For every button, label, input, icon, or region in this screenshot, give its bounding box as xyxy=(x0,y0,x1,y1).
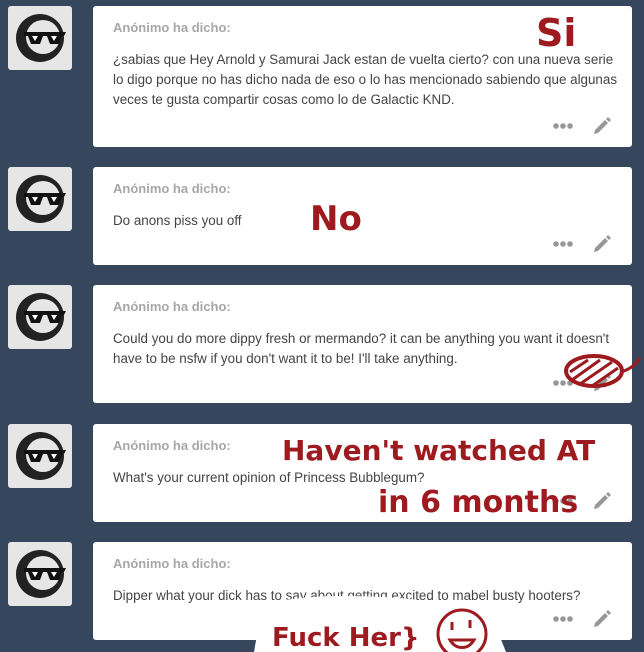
sunglasses-face-icon xyxy=(16,175,66,223)
ellipsis-icon[interactable] xyxy=(552,615,574,623)
question-text: Dipper what your dick has to say about g… xyxy=(113,588,581,603)
ask-post-3: Anónimo ha dicho: Could you do more dipp… xyxy=(0,285,644,403)
asker-name: Anónimo ha dicho: xyxy=(113,20,231,35)
asker-name: Anónimo ha dicho: xyxy=(113,299,231,314)
question-text: What's your current opinion of Princess … xyxy=(113,470,425,485)
ellipsis-icon[interactable] xyxy=(552,122,574,130)
avatar[interactable] xyxy=(8,6,72,70)
sunglasses-face-icon xyxy=(16,550,66,598)
ask-card: Anónimo ha dicho: What's your current op… xyxy=(93,424,632,522)
avatar[interactable] xyxy=(8,285,72,349)
ellipsis-icon[interactable] xyxy=(552,497,574,505)
question-text: ¿sabias que Hey Arnold y Samurai Jack es… xyxy=(113,52,618,107)
pencil-icon[interactable] xyxy=(592,609,612,629)
ask-card: Anónimo ha dicho: Dipper what your dick … xyxy=(93,542,632,640)
pencil-icon[interactable] xyxy=(592,373,612,393)
ellipsis-icon[interactable] xyxy=(552,379,574,387)
ask-card: Anónimo ha dicho: Do anons piss you off xyxy=(93,167,632,265)
pencil-icon[interactable] xyxy=(592,116,612,136)
question-text: Could you do more dippy fresh or mermand… xyxy=(113,331,610,366)
asker-name: Anónimo ha dicho: xyxy=(113,181,231,196)
ask-post-5: Anónimo ha dicho: Dipper what your dick … xyxy=(0,542,644,640)
sunglasses-face-icon xyxy=(16,14,66,62)
asker-name: Anónimo ha dicho: xyxy=(113,556,231,571)
sunglasses-face-icon xyxy=(16,432,66,480)
avatar[interactable] xyxy=(8,424,72,488)
pencil-icon[interactable] xyxy=(592,491,612,511)
ask-card: Anónimo ha dicho: Could you do more dipp… xyxy=(93,285,632,403)
ask-post-2: Anónimo ha dicho: Do anons piss you off xyxy=(0,167,644,265)
question-text: Do anons piss you off xyxy=(113,213,242,228)
ask-post-1: Anónimo ha dicho: ¿sabias que Hey Arnold… xyxy=(0,6,644,147)
avatar[interactable] xyxy=(8,167,72,231)
ask-card: Anónimo ha dicho: ¿sabias que Hey Arnold… xyxy=(93,6,632,147)
pencil-icon[interactable] xyxy=(592,234,612,254)
sunglasses-face-icon xyxy=(16,293,66,341)
ellipsis-icon[interactable] xyxy=(552,240,574,248)
asker-name: Anónimo ha dicho: xyxy=(113,438,231,453)
ask-post-4: Anónimo ha dicho: What's your current op… xyxy=(0,424,644,522)
avatar[interactable] xyxy=(8,542,72,606)
